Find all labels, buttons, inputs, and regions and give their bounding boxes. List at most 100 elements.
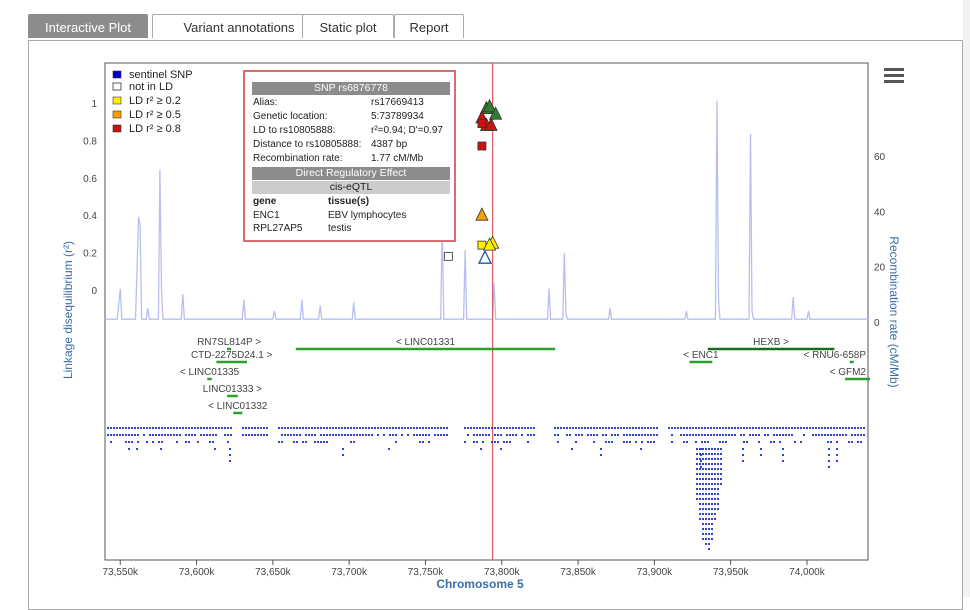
snp-mark	[434, 434, 436, 436]
snp-point[interactable]	[477, 141, 487, 151]
gene-label[interactable]: < LINC01332	[208, 401, 268, 412]
snp-mark	[788, 434, 790, 436]
snp-mark	[383, 434, 385, 436]
snp-mark	[571, 448, 573, 450]
snp-mark	[134, 434, 136, 436]
snp-mark	[717, 493, 719, 495]
snp-mark	[653, 427, 655, 429]
snp-mark	[128, 427, 130, 429]
snp-mark	[116, 427, 118, 429]
snp-mark	[248, 434, 250, 436]
snp-mark	[851, 441, 853, 443]
snp-mark	[569, 427, 571, 429]
snp-mark	[167, 427, 169, 429]
snp-mark	[851, 434, 853, 436]
tooltip-key-distance: Distance to rs10805888:	[253, 139, 362, 150]
snp-mark	[725, 434, 727, 436]
snp-mark	[506, 441, 508, 443]
gene-label[interactable]: < ENC1	[683, 350, 719, 361]
snp-point[interactable]	[477, 119, 487, 128]
snp-mark	[708, 488, 710, 490]
snp-mark	[293, 427, 295, 429]
snp-mark	[494, 427, 496, 429]
gene-label[interactable]: < RNU6-658P	[803, 350, 866, 361]
snp-mark	[212, 441, 214, 443]
snp-mark	[785, 434, 787, 436]
snp-mark	[699, 508, 701, 510]
snp-mark	[614, 427, 616, 429]
snp-mark	[699, 518, 701, 520]
snp-mark	[722, 434, 724, 436]
snp-mark	[717, 473, 719, 475]
gene-label[interactable]: < LINC01331	[396, 337, 456, 348]
snp-mark	[696, 493, 698, 495]
snp-mark	[491, 441, 493, 443]
snp-mark	[242, 434, 244, 436]
snp-mark	[629, 427, 631, 429]
snp-mark	[365, 427, 367, 429]
tooltip-value-ld: r²=0.94; D'=0.97	[371, 125, 443, 136]
gene-label[interactable]: < GFM2	[830, 367, 867, 378]
snp-mark	[206, 434, 208, 436]
snp-point[interactable]	[443, 251, 453, 261]
snp-mark	[752, 427, 754, 429]
snp-mark	[863, 434, 865, 436]
tooltip-eqtl-gene: ENC1	[253, 210, 280, 221]
snp-mark	[293, 434, 295, 436]
snp-mark	[773, 441, 775, 443]
snp-mark	[686, 427, 688, 429]
snp-mark	[617, 427, 619, 429]
snp-mark	[705, 453, 707, 455]
snp-mark	[485, 434, 487, 436]
snp-mark	[711, 503, 713, 505]
regional-association-plot[interactable]: 0 0.2 0.4 0.6 0.8 1 0 20 40 60 73,550k 73,600k 73,…	[0, 0, 970, 597]
snp-mark	[705, 528, 707, 530]
snp-mark	[716, 434, 718, 436]
gene-label[interactable]: < LINC01335	[180, 367, 240, 378]
snp-mark	[717, 468, 719, 470]
snp-mark	[644, 434, 646, 436]
snp-mark	[299, 427, 301, 429]
snp-mark	[503, 427, 505, 429]
snp-mark	[683, 427, 685, 429]
snp-mark	[146, 441, 148, 443]
snp-mark	[188, 434, 190, 436]
gene-label[interactable]: RN7SL814P >	[197, 337, 261, 348]
snp-mark	[705, 463, 707, 465]
snp-mark	[113, 434, 115, 436]
snp-mark	[125, 441, 127, 443]
snp-mark	[128, 448, 130, 450]
chart-menu-icon[interactable]	[884, 68, 904, 84]
snp-mark	[164, 427, 166, 429]
snp-mark	[711, 523, 713, 525]
snp-mark	[137, 427, 139, 429]
snp-mark	[851, 427, 853, 429]
snp-mark	[742, 448, 744, 450]
snp-mark	[214, 448, 216, 450]
snp-mark	[720, 483, 722, 485]
snp-mark	[440, 434, 442, 436]
snp-mark	[131, 434, 133, 436]
snp-mark	[708, 478, 710, 480]
snp-mark	[308, 427, 310, 429]
snp-mark	[494, 441, 496, 443]
snp-mark	[566, 427, 568, 429]
gene-label[interactable]: CTD-2275D24.1 >	[191, 350, 273, 361]
snp-mark	[702, 478, 704, 480]
snp-mark	[278, 441, 280, 443]
snp-mark	[714, 478, 716, 480]
snp-mark	[714, 488, 716, 490]
snp-mark	[773, 427, 775, 429]
snp-mark	[116, 434, 118, 436]
snp-mark	[725, 427, 727, 429]
snp-mark	[122, 434, 124, 436]
snp-mark	[260, 427, 262, 429]
snp-mark	[581, 434, 583, 436]
snp-mark	[749, 434, 751, 436]
snp-mark	[791, 427, 793, 429]
snp-mark	[702, 468, 704, 470]
snp-mark	[431, 427, 433, 429]
x-tick-label: 73,700k	[331, 567, 368, 578]
gene-label[interactable]: HEXB >	[753, 337, 789, 348]
gene-label[interactable]: LINC01333 >	[203, 384, 262, 395]
